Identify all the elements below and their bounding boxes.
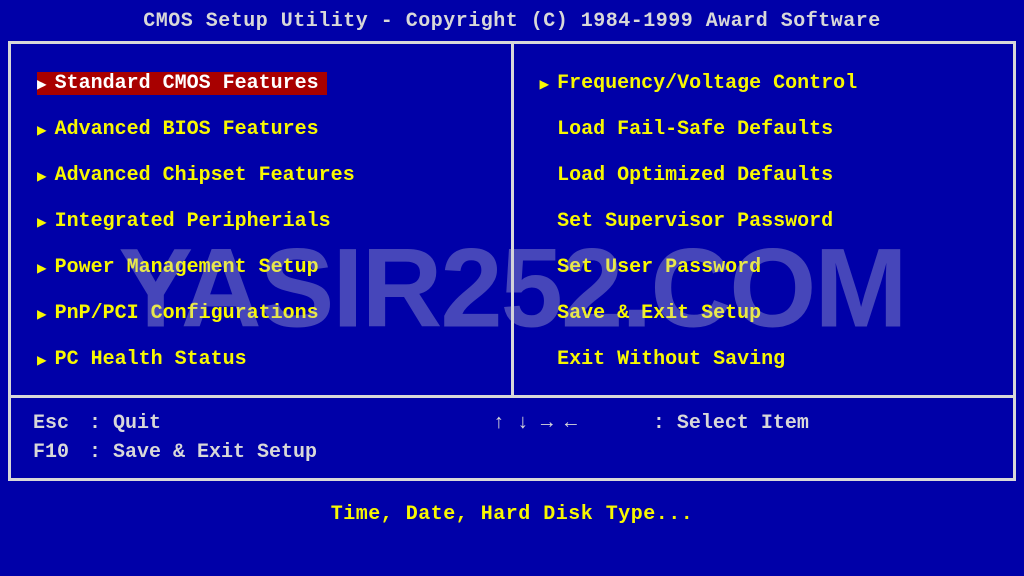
main-area: ▶ Standard CMOS Features ▶ Advanced BIOS Fe… <box>11 44 1013 398</box>
menu-item-right-6[interactable]: ▶Exit Without Saving <box>540 348 786 371</box>
footer-row-f10: F10 : Save & Exit Setup <box>33 441 493 464</box>
menu-item-left-1[interactable]: ▶ Advanced BIOS Features <box>37 118 319 141</box>
footer-label-arrows: : Select Item <box>653 412 809 435</box>
footer-key-f10: F10 <box>33 441 89 464</box>
menu-item-label: Power Management Setup <box>55 256 319 279</box>
menu-item-label: Set User Password <box>557 256 761 279</box>
footer-row-arrows: ↑ ↓ → ← : Select Item <box>493 412 991 435</box>
title-text: CMOS Setup Utility - Copyright (C) 1984-… <box>143 10 881 33</box>
triangle-marker-icon: ▶ <box>37 258 47 278</box>
menu-item-label: Save & Exit Setup <box>557 302 761 325</box>
triangle-marker-icon: ▶ <box>37 120 47 140</box>
menu-item-right-2[interactable]: ▶Load Optimized Defaults <box>540 164 834 187</box>
triangle-marker-icon: ▶ <box>37 304 47 324</box>
menu-item-right-4[interactable]: ▶Set User Password <box>540 256 762 279</box>
menu-item-left-3[interactable]: ▶ Integrated Peripherials <box>37 210 331 233</box>
footer-left: Esc : Quit F10 : Save & Exit Setup <box>33 412 493 464</box>
menu-item-right-3[interactable]: ▶Set Supervisor Password <box>540 210 834 233</box>
footer-row-esc: Esc : Quit <box>33 412 493 435</box>
menu-item-label: Frequency/Voltage Control <box>557 72 857 95</box>
menu-item-left-4[interactable]: ▶ Power Management Setup <box>37 256 319 279</box>
footer-label-f10: : Save & Exit Setup <box>89 441 317 464</box>
triangle-marker-icon: ▶ <box>37 212 47 232</box>
bottom-hint-text: Time, Date, Hard Disk Type... <box>331 503 694 526</box>
menu-item-label: Set Supervisor Password <box>557 210 833 233</box>
menu-item-label: PnP/PCI Configurations <box>55 302 319 325</box>
menu-column-left: ▶ Standard CMOS Features ▶ Advanced BIOS Fe… <box>11 44 514 395</box>
menu-item-left-5[interactable]: ▶ PnP/PCI Configurations <box>37 302 319 325</box>
main-frame: ▶ Standard CMOS Features ▶ Advanced BIOS Fe… <box>8 41 1016 481</box>
menu-item-label: Advanced Chipset Features <box>55 164 355 187</box>
menu-item-label: Load Optimized Defaults <box>557 164 833 187</box>
menu-item-right-1[interactable]: ▶Load Fail-Safe Defaults <box>540 118 834 141</box>
menu-column-right: ▶ Frequency/Voltage Control ▶Load Fail-Saf… <box>514 44 1014 395</box>
menu-item-left-6[interactable]: ▶ PC Health Status <box>37 348 247 371</box>
triangle-marker-icon: ▶ <box>37 74 47 94</box>
menu-item-label: Integrated Peripherials <box>55 210 331 233</box>
menu-item-right-5[interactable]: ▶Save & Exit Setup <box>540 302 762 325</box>
footer: Esc : Quit F10 : Save & Exit Setup ↑ ↓ →… <box>11 398 1013 478</box>
menu-item-label: Advanced BIOS Features <box>55 118 319 141</box>
menu-item-label: PC Health Status <box>55 348 247 371</box>
menu-item-label: Standard CMOS Features <box>55 72 319 95</box>
footer-right: ↑ ↓ → ← : Select Item <box>493 412 991 464</box>
triangle-marker-icon: ▶ <box>37 350 47 370</box>
menu-item-label: Exit Without Saving <box>557 348 785 371</box>
triangle-marker-icon: ▶ <box>37 166 47 186</box>
bottom-hint: Time, Date, Hard Disk Type... <box>0 503 1024 526</box>
title-bar: CMOS Setup Utility - Copyright (C) 1984-… <box>0 0 1024 41</box>
footer-key-esc: Esc <box>33 412 89 435</box>
footer-label-esc: : Quit <box>89 412 161 435</box>
menu-item-left-0[interactable]: ▶ Standard CMOS Features <box>37 72 327 95</box>
footer-arrows: ↑ ↓ → ← <box>493 412 653 435</box>
menu-item-label: Load Fail-Safe Defaults <box>557 118 833 141</box>
menu-item-right-0[interactable]: ▶ Frequency/Voltage Control <box>540 72 858 95</box>
triangle-marker-icon: ▶ <box>540 74 550 94</box>
menu-item-left-2[interactable]: ▶ Advanced Chipset Features <box>37 164 355 187</box>
